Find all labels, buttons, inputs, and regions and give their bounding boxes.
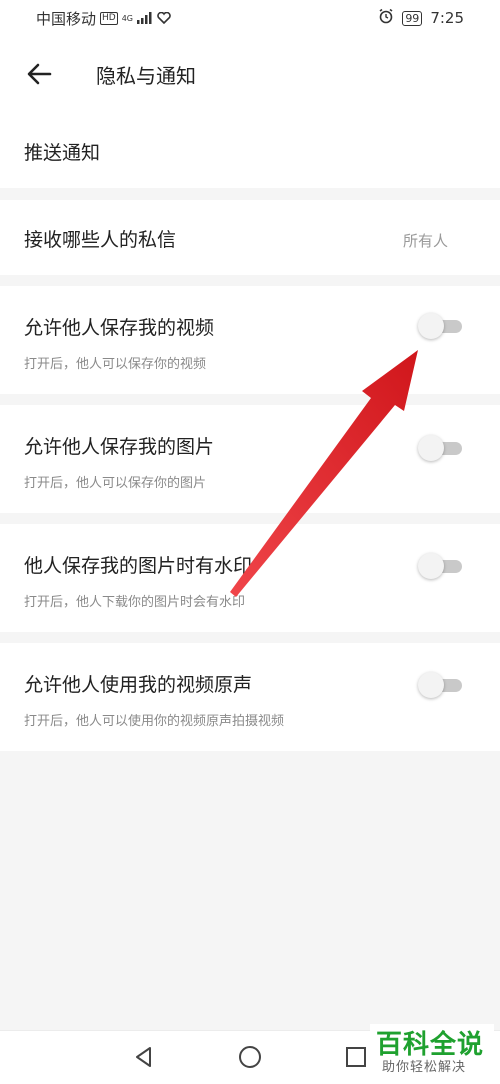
nav-recent-icon — [346, 1047, 366, 1067]
image-watermark-row: 他人保存我的图片时有水印 打开后，他人下载你的图片时会有水印 — [0, 524, 500, 632]
toggle-knob — [418, 553, 444, 579]
nav-home-icon — [239, 1046, 261, 1068]
toggle-knob — [418, 672, 444, 698]
status-right: 99 7:25 — [378, 8, 464, 28]
save-image-row: 允许他人保存我的图片 打开后，他人可以保存你的图片 — [0, 405, 500, 513]
toggle-knob — [418, 313, 444, 339]
nav-back-button[interactable] — [130, 1043, 158, 1071]
hd-badge: HD — [100, 12, 118, 25]
original-sound-label: 允许他人使用我的视频原声 — [24, 674, 253, 696]
nav-home-button[interactable] — [236, 1043, 264, 1071]
watermark-logo: 百科全说 助你轻松解决 — [370, 1024, 494, 1078]
status-bar: 中国移动 HD 4G 99 7:25 — [0, 0, 500, 36]
image-watermark-toggle[interactable] — [418, 553, 462, 579]
battery-icon: 99 — [402, 10, 423, 26]
top-bar: 隐私与通知 — [0, 36, 500, 114]
status-left: 中国移动 HD 4G — [36, 8, 171, 29]
network-type: 4G — [121, 13, 134, 23]
nav-back-icon — [136, 1047, 151, 1067]
direct-message-value: 所有人 — [402, 232, 448, 250]
alarm-icon — [378, 8, 394, 28]
toggle-knob — [418, 435, 444, 461]
image-watermark-desc: 打开后，他人下载你的图片时会有水印 — [24, 595, 246, 610]
save-video-row: 允许他人保存我的视频 打开后，他人可以保存你的视频 — [0, 286, 500, 394]
save-video-toggle[interactable] — [418, 313, 462, 339]
back-button[interactable] — [24, 58, 56, 90]
watermark-subtitle: 助你轻松解决 — [382, 1060, 467, 1075]
back-arrow-icon — [27, 63, 52, 85]
direct-message-label: 接收哪些人的私信 — [24, 229, 177, 251]
signal-icon — [137, 10, 153, 28]
heart-icon — [157, 10, 171, 28]
original-sound-row: 允许他人使用我的视频原声 打开后，他人可以使用你的视频原声拍摄视频 — [0, 643, 500, 751]
save-image-toggle[interactable] — [418, 435, 462, 461]
save-image-label: 允许他人保存我的图片 — [24, 436, 215, 458]
carrier-name: 中国移动 — [36, 10, 97, 28]
direct-message-row[interactable]: 接收哪些人的私信 所有人 — [0, 200, 500, 275]
push-notification-row[interactable]: 推送通知 — [0, 114, 500, 188]
nav-recent-button[interactable] — [342, 1043, 370, 1071]
clock: 7:25 — [430, 9, 464, 27]
push-notification-label: 推送通知 — [24, 142, 101, 164]
save-image-desc: 打开后，他人可以保存你的图片 — [24, 476, 207, 491]
page-title: 隐私与通知 — [96, 64, 196, 88]
save-video-label: 允许他人保存我的视频 — [24, 317, 215, 339]
original-sound-toggle[interactable] — [418, 672, 462, 698]
image-watermark-label: 他人保存我的图片时有水印 — [24, 555, 253, 577]
original-sound-desc: 打开后，他人可以使用你的视频原声拍摄视频 — [24, 714, 285, 729]
save-video-desc: 打开后，他人可以保存你的视频 — [24, 357, 207, 372]
